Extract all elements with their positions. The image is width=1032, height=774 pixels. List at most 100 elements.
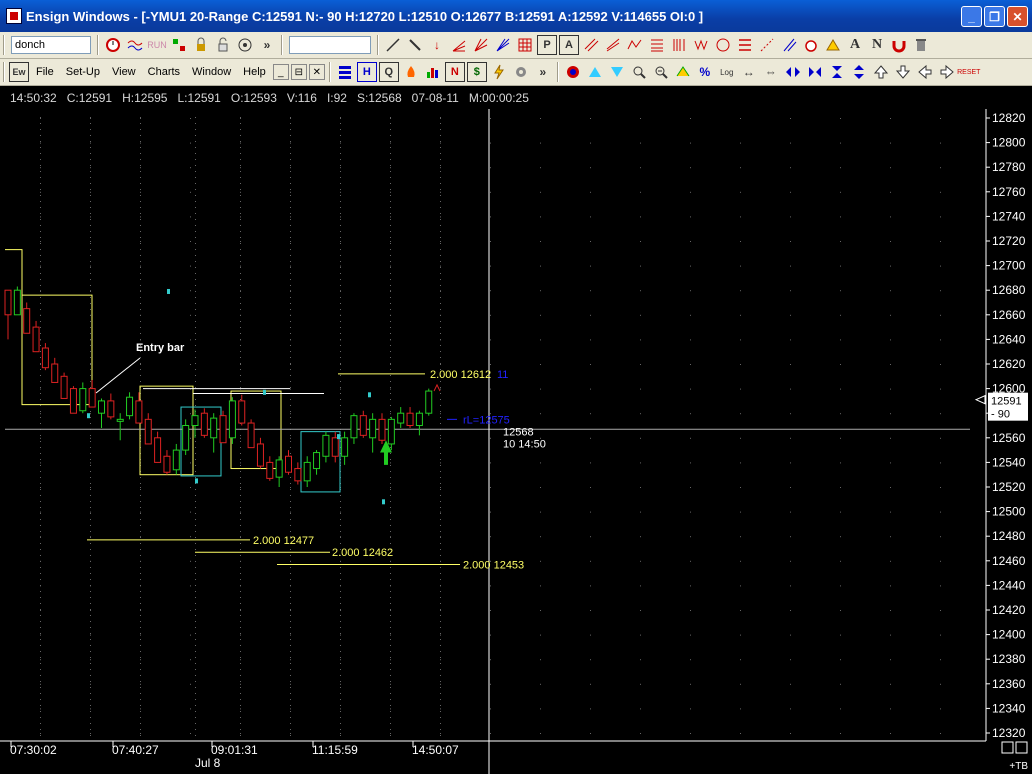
- fib-levels-icon[interactable]: [647, 35, 667, 55]
- text-n-icon[interactable]: N: [867, 35, 887, 55]
- candle-body: [322, 434, 330, 457]
- unlock-icon[interactable]: [213, 35, 233, 55]
- q-icon[interactable]: Q: [378, 62, 399, 82]
- arrow-up-icon[interactable]: [871, 62, 891, 82]
- grid-dot: [740, 610, 741, 611]
- compress-icon[interactable]: ↔: [739, 62, 759, 82]
- a-box-icon[interactable]: A: [559, 35, 579, 55]
- app-icon[interactable]: [6, 8, 22, 24]
- grid-dot: [40, 501, 41, 502]
- triangle-down-icon[interactable]: [607, 62, 627, 82]
- minimize-button[interactable]: _: [961, 6, 982, 27]
- grid-icon[interactable]: [515, 35, 535, 55]
- bars-icon[interactable]: [335, 62, 355, 82]
- price-chart[interactable]: 12820 12800 12780 12760 12740 12720 12700 12680…: [0, 87, 1032, 774]
- arrow-left-icon[interactable]: [915, 62, 935, 82]
- fan-lines-icon[interactable]: [471, 35, 491, 55]
- grid-dot: [140, 333, 141, 334]
- grid-dot: [340, 213, 341, 214]
- magnet-icon[interactable]: [889, 35, 909, 55]
- gear-icon[interactable]: [511, 62, 531, 82]
- close-button[interactable]: ✕: [1007, 6, 1028, 27]
- expand-icon[interactable]: ⇔: [761, 62, 781, 82]
- grid-dot: [490, 708, 491, 710]
- zigzag-icon[interactable]: [625, 35, 645, 55]
- channel-icon[interactable]: [603, 35, 623, 55]
- chart-window[interactable]: 14:50:32 C:12591 H:12595 L:12591 O:12593…: [0, 87, 1032, 774]
- grid-dot: [440, 525, 441, 526]
- percent-icon[interactable]: %: [695, 62, 715, 82]
- app-menu-icon[interactable]: Ew: [9, 62, 29, 82]
- blocks-icon[interactable]: [169, 35, 189, 55]
- grid-dot: [390, 411, 391, 412]
- ray-icon[interactable]: [757, 35, 777, 55]
- grid-dot: [390, 687, 391, 688]
- n-icon[interactable]: N: [444, 62, 465, 82]
- more-chevron-icon[interactable]: »: [257, 35, 277, 55]
- expand-vert-icon[interactable]: [827, 62, 847, 82]
- clock-icon[interactable]: [103, 35, 123, 55]
- fib-time-icon[interactable]: [669, 35, 689, 55]
- menu-setup[interactable]: Set-Up: [60, 66, 106, 78]
- menu-view[interactable]: View: [106, 66, 142, 78]
- more-chevron-icon[interactable]: »: [533, 62, 553, 82]
- zoom-out-icon[interactable]: [651, 62, 671, 82]
- grid-dot: [890, 462, 891, 464]
- p-box-icon[interactable]: P: [537, 35, 557, 55]
- hlines-icon[interactable]: [735, 35, 755, 55]
- compress-horiz-icon[interactable]: [805, 62, 825, 82]
- menu-file[interactable]: File: [30, 66, 60, 78]
- trash-icon[interactable]: [911, 35, 931, 55]
- menu-charts[interactable]: Charts: [142, 66, 186, 78]
- menu-help[interactable]: Help: [237, 66, 272, 78]
- fan-icon[interactable]: [449, 35, 469, 55]
- run-icon[interactable]: RUN: [147, 35, 167, 55]
- wave-count-icon[interactable]: [691, 35, 711, 55]
- menu-window[interactable]: Window: [186, 66, 237, 78]
- parallel-lines-icon[interactable]: [581, 35, 601, 55]
- wave-icon[interactable]: [125, 35, 145, 55]
- grid-dot: [195, 735, 196, 736]
- mdi-restore-button[interactable]: ⊟: [290, 64, 307, 80]
- scale-icon[interactable]: [673, 62, 693, 82]
- trendline-icon[interactable]: [383, 35, 403, 55]
- restore-button[interactable]: ❐: [984, 6, 1005, 27]
- fire-icon[interactable]: [401, 62, 421, 82]
- grid-dot: [640, 733, 641, 734]
- h-icon[interactable]: H: [356, 62, 377, 82]
- grid-dot: [195, 693, 196, 694]
- grid-dot: [40, 411, 41, 412]
- arrow-down-icon[interactable]: [893, 62, 913, 82]
- grid-dot: [240, 141, 241, 142]
- slash-icon[interactable]: [779, 35, 799, 55]
- zoom-in-icon[interactable]: [629, 62, 649, 82]
- triangle-up-icon[interactable]: [585, 62, 605, 82]
- target-icon[interactable]: [235, 35, 255, 55]
- log-icon[interactable]: Log: [717, 62, 737, 82]
- globe-icon[interactable]: [563, 62, 583, 82]
- gann-fan-icon[interactable]: [493, 35, 513, 55]
- compress-vert-icon[interactable]: [849, 62, 869, 82]
- alarm-icon[interactable]: [801, 35, 821, 55]
- grid-dot: [440, 351, 441, 352]
- study-combo[interactable]: donch: [11, 36, 91, 54]
- mdi-close-button[interactable]: ✕: [308, 64, 325, 80]
- down-arrow-icon[interactable]: ↓: [427, 35, 447, 55]
- property-combo[interactable]: [289, 36, 371, 54]
- dollar-icon[interactable]: $: [466, 62, 487, 82]
- pencil-icon[interactable]: [405, 35, 425, 55]
- bar-chart-icon[interactable]: [423, 62, 443, 82]
- grid-dot: [540, 511, 541, 513]
- grid-dot: [440, 733, 441, 734]
- triangle-icon[interactable]: [823, 35, 843, 55]
- text-a-icon[interactable]: A: [845, 35, 865, 55]
- mdi-minimize-button[interactable]: _: [272, 64, 289, 80]
- grid-dot: [690, 487, 691, 488]
- grid-dot: [890, 265, 891, 267]
- reset-icon[interactable]: RESET: [957, 62, 980, 82]
- lock-icon[interactable]: [191, 35, 211, 55]
- lightning-icon[interactable]: [489, 62, 509, 82]
- expand-horiz-icon[interactable]: [783, 62, 803, 82]
- circle-icon[interactable]: [713, 35, 733, 55]
- arrow-right-icon[interactable]: [937, 62, 957, 82]
